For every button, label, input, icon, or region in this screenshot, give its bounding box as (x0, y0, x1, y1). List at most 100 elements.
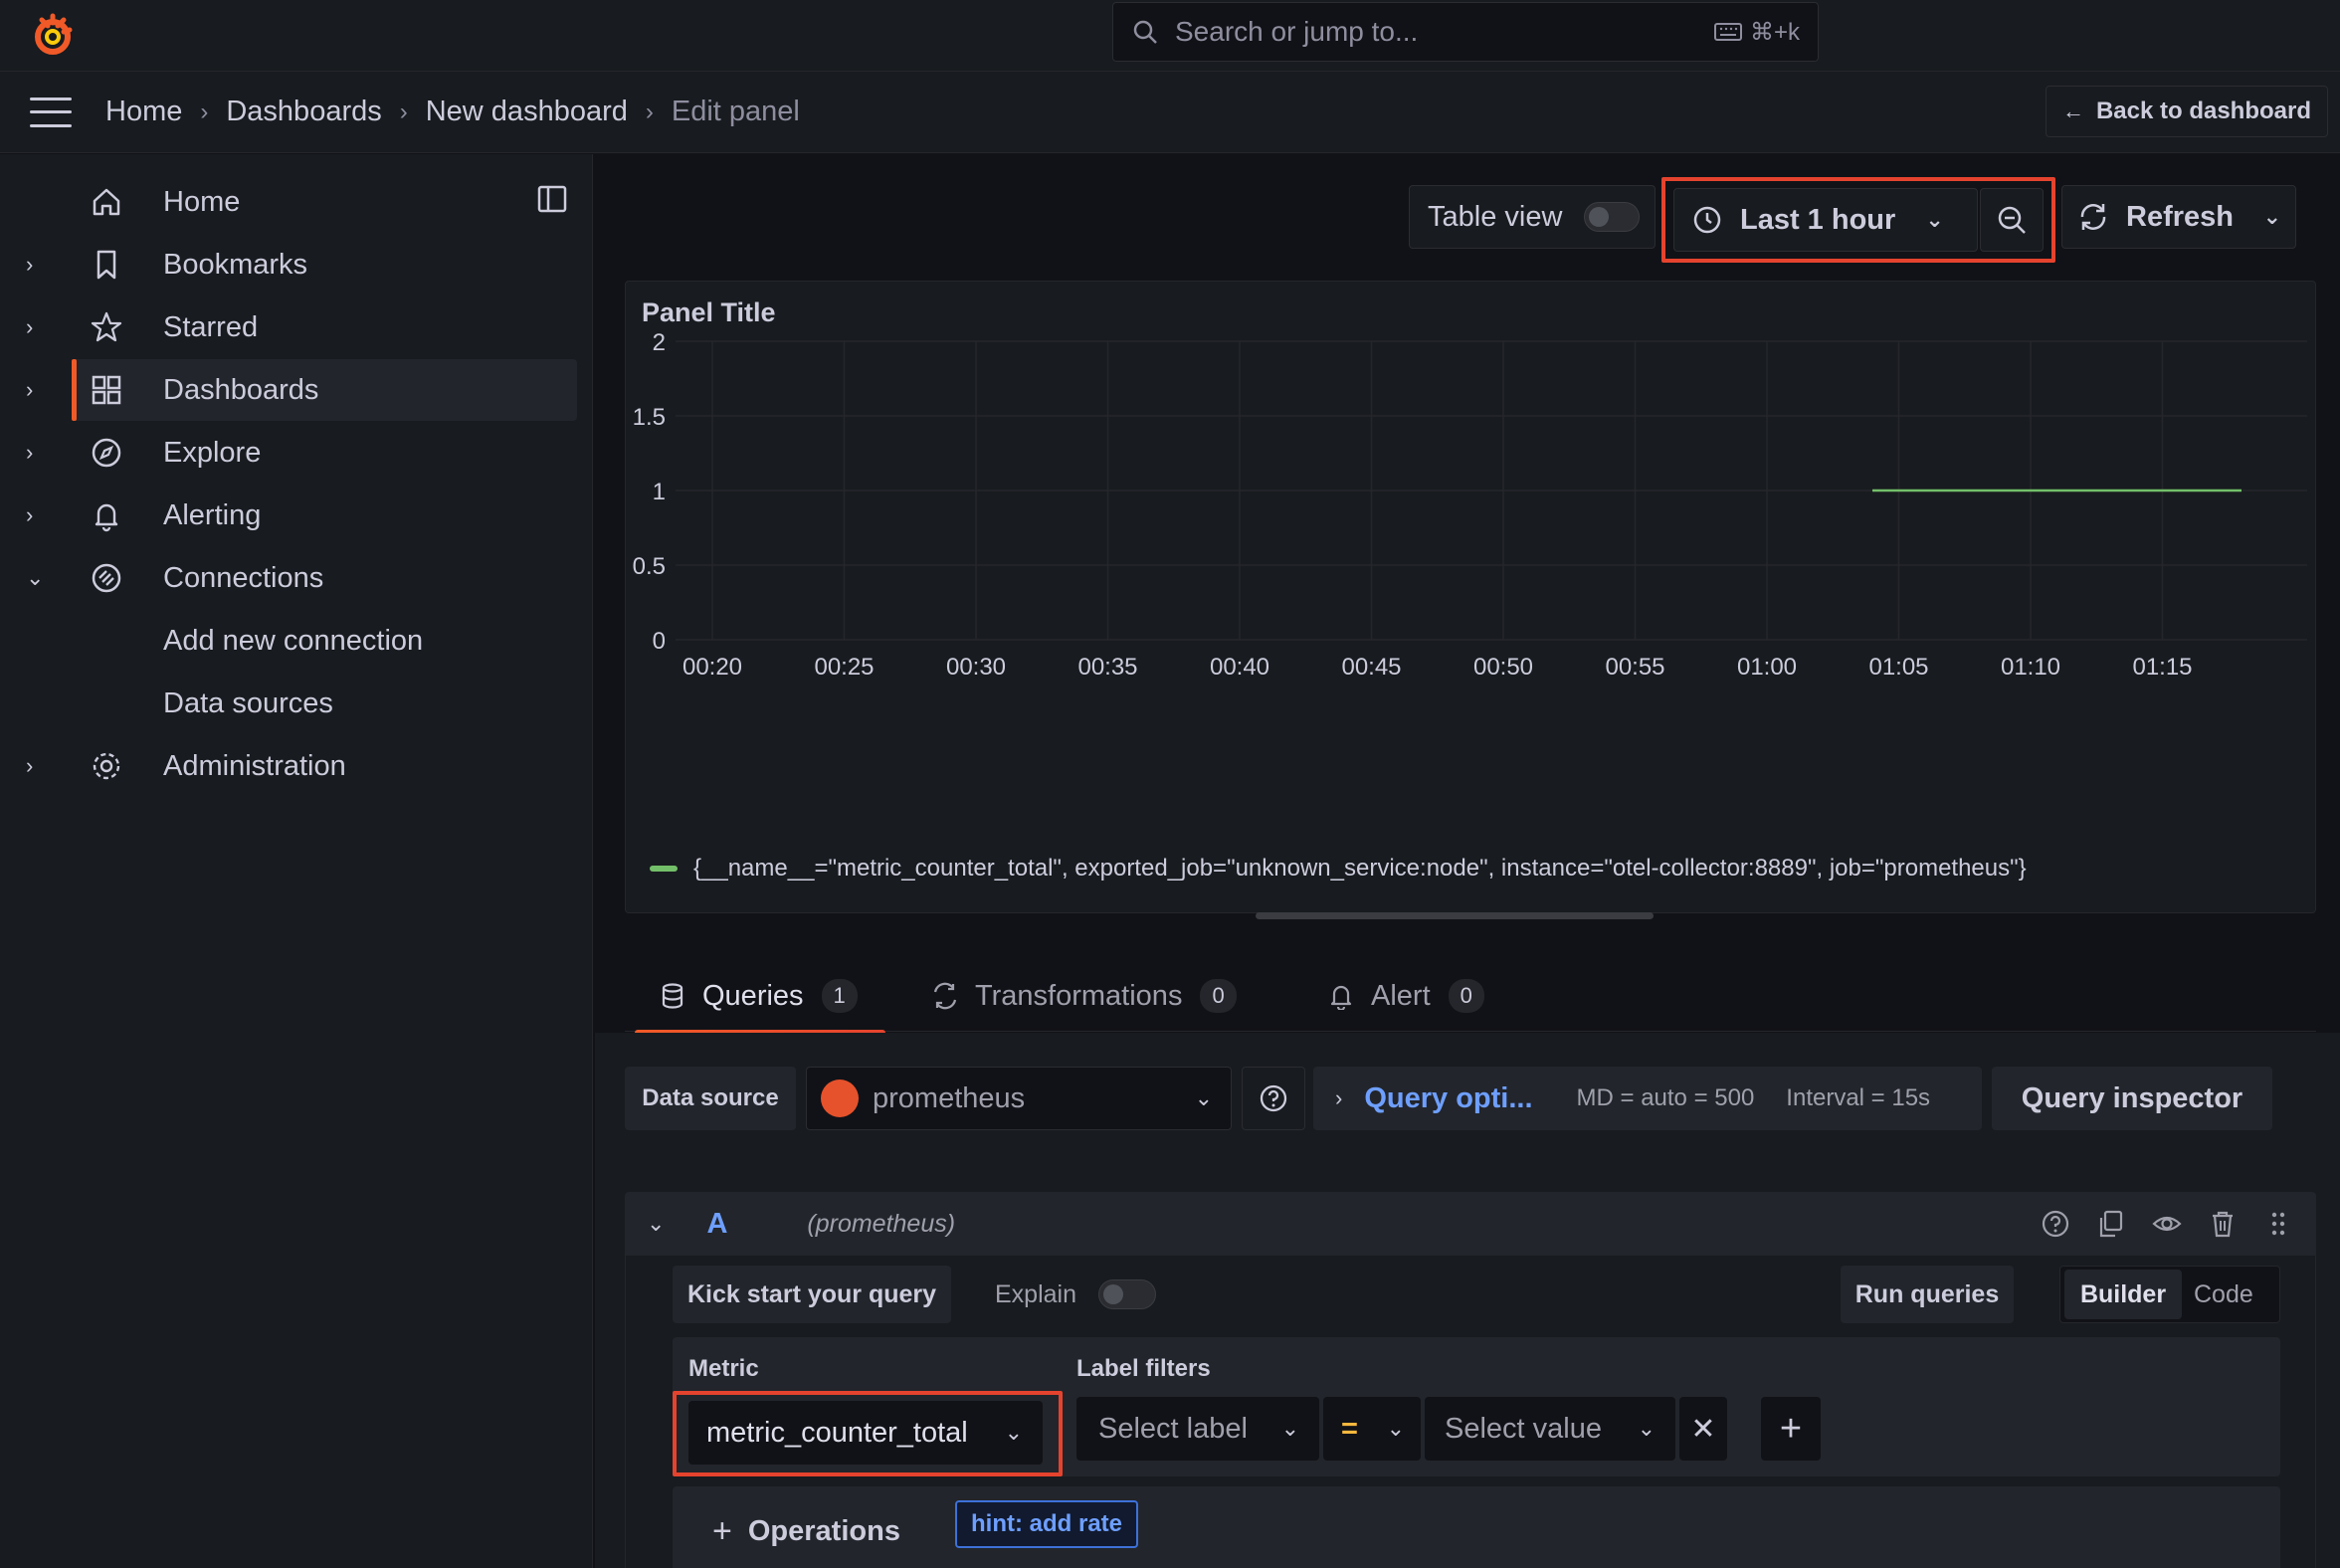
breadcrumb-dashboards[interactable]: Dashboards (226, 96, 381, 128)
copy-icon[interactable] (2095, 1208, 2127, 1240)
chevron-down-icon[interactable]: ⌄ (2263, 204, 2281, 230)
panel-resize-scrollbar[interactable] (1256, 912, 1654, 919)
query-ref-id[interactable]: A (706, 1208, 727, 1241)
question-circle-icon[interactable] (2040, 1208, 2071, 1240)
explain-switch[interactable] (1098, 1279, 1156, 1309)
max-data-points-info: MD = auto = 500 (1576, 1084, 1755, 1111)
chevron-right-icon: › (645, 98, 654, 125)
chevron-right-icon[interactable]: › (26, 440, 46, 466)
mode-code-button[interactable]: Code (2194, 1280, 2253, 1309)
compass-icon (92, 438, 121, 468)
chevron-down-icon[interactable]: ⌄ (26, 565, 46, 591)
x-tick-label: 00:35 (1077, 654, 1137, 681)
clock-icon (1693, 206, 1721, 234)
search-input[interactable]: Search or jump to... ⌘+k (1112, 2, 1819, 62)
chevron-right-icon[interactable]: › (26, 753, 46, 779)
breadcrumb-new-dashboard[interactable]: New dashboard (426, 96, 628, 128)
drag-handle-icon[interactable] (2262, 1208, 2294, 1240)
x-tick-label: 01:05 (1868, 654, 1928, 681)
query-inspector-button[interactable]: Query inspector (1992, 1067, 2272, 1130)
sidebar-item-connections[interactable]: ⌄ Connections (0, 547, 577, 609)
search-placeholder: Search or jump to... (1175, 16, 1419, 47)
query-datasource-name: (prometheus) (807, 1209, 956, 1238)
grafana-logo-icon[interactable] (28, 10, 78, 60)
sidebar-item-dashboards[interactable]: › Dashboards (26, 359, 577, 421)
chevron-down-icon: ⌄ (1280, 1416, 1299, 1441)
sidebar-item-starred[interactable]: › Starred (0, 296, 577, 358)
chevron-down-icon[interactable]: ⌄ (647, 1211, 665, 1237)
value-select-placeholder: Select value (1445, 1412, 1602, 1445)
tab-count-badge: 1 (821, 979, 858, 1013)
trash-icon[interactable] (2207, 1208, 2239, 1240)
operator-value: = (1341, 1412, 1358, 1445)
sidebar-item-label: Starred (163, 310, 259, 343)
tab-alert[interactable]: Alert 0 (1327, 960, 1484, 1032)
legend-swatch (650, 866, 678, 872)
chevron-right-icon[interactable]: › (26, 314, 46, 340)
add-operation-button[interactable]: + Operations (712, 1504, 900, 1558)
sidebar-item-alerting[interactable]: › Alerting (0, 485, 577, 546)
data-source-help-button[interactable] (1242, 1067, 1305, 1130)
keyboard-icon (1713, 23, 1742, 41)
y-tick-label: 1.5 (633, 404, 666, 431)
explain-toggle[interactable]: Explain (995, 1266, 1156, 1323)
sidebar-item-add-new-connection[interactable]: Add new connection (0, 610, 577, 672)
panel[interactable]: Panel Title 0 0.5 1 1.5 2 00:20 00:25 00:30 00:3… (625, 281, 2316, 913)
chevron-right-icon[interactable]: › (26, 377, 46, 403)
value-select[interactable]: Select value ⌄ (1425, 1397, 1675, 1461)
data-source-picker[interactable]: prometheus ⌄ (806, 1067, 1232, 1130)
run-queries-button[interactable]: Run queries (1841, 1266, 2014, 1323)
chevron-down-icon: ⌄ (1004, 1420, 1023, 1445)
search-shortcut-text: ⌘+k (1749, 18, 1800, 46)
x-tick-label: 00:45 (1341, 654, 1401, 681)
label-filters-label: Label filters (1076, 1355, 1211, 1382)
time-range-picker[interactable]: Last 1 hour ⌄ (1673, 188, 1978, 252)
tab-transformations[interactable]: Transformations 0 (931, 960, 1237, 1032)
back-to-dashboard-button[interactable]: ← Back to dashboard (2045, 86, 2328, 137)
time-range-label: Last 1 hour (1740, 203, 1896, 236)
bookmark-icon (97, 250, 116, 280)
chevron-right-icon[interactable]: › (26, 502, 46, 528)
x-tick-label: 01:00 (1737, 654, 1797, 681)
sidebar-item-administration[interactable]: › Administration (0, 735, 577, 797)
table-view-switch[interactable] (1584, 202, 1641, 232)
apps-icon (92, 375, 121, 405)
zoom-out-button[interactable] (1980, 188, 2044, 252)
bell-icon (1330, 985, 1352, 1010)
breadcrumb-home[interactable]: Home (105, 96, 182, 128)
remove-filter-button[interactable]: ✕ (1679, 1397, 1727, 1461)
label-select[interactable]: Select label ⌄ (1076, 1397, 1319, 1461)
y-tick-label: 0 (653, 628, 666, 655)
mode-builder-button[interactable]: Builder (2064, 1270, 2182, 1319)
chevron-down-icon: ⌄ (1194, 1085, 1213, 1110)
star-icon (91, 311, 122, 342)
add-filter-button[interactable]: + (1761, 1397, 1821, 1461)
query-options-link[interactable]: Query opti... (1364, 1082, 1532, 1115)
operations-label: Operations (747, 1514, 900, 1547)
hint-add-rate-button[interactable]: hint: add rate (955, 1500, 1139, 1548)
kick-start-query-button[interactable]: Kick start your query (673, 1266, 951, 1323)
gear-icon (93, 752, 120, 780)
zoom-out-icon (1998, 206, 2026, 234)
refresh-button[interactable]: Refresh ⌄ (2061, 185, 2296, 249)
sidebar-item-label: Bookmarks (163, 248, 308, 281)
operator-select[interactable]: = ⌄ (1323, 1397, 1421, 1461)
search-icon (1133, 20, 1157, 44)
sidebar-item-data-sources[interactable]: Data sources (0, 673, 577, 734)
sidebar-item-label: Home (163, 185, 241, 218)
chevron-right-icon[interactable]: › (26, 252, 46, 278)
chart-legend[interactable]: {__name__="metric_counter_total", export… (650, 855, 2027, 882)
menu-toggle-icon[interactable] (30, 97, 72, 127)
home-icon (93, 188, 120, 216)
metric-select[interactable]: metric_counter_total ⌄ (688, 1401, 1043, 1465)
eye-icon[interactable] (2151, 1208, 2183, 1240)
plus-icon: + (1779, 1407, 1803, 1450)
query-options-toggle[interactable]: › Query opti... MD = auto = 500 Interval… (1313, 1067, 1982, 1130)
x-tick-label: 00:55 (1605, 654, 1664, 681)
table-view-toggle[interactable]: Table view (1409, 185, 1656, 249)
sidebar-item-home[interactable]: Home (0, 171, 577, 233)
sidebar-item-explore[interactable]: › Explore (0, 422, 577, 484)
sidebar-item-bookmarks[interactable]: › Bookmarks (0, 234, 577, 295)
chevron-right-icon: › (200, 98, 209, 125)
tab-queries[interactable]: Queries 1 (635, 960, 885, 1036)
